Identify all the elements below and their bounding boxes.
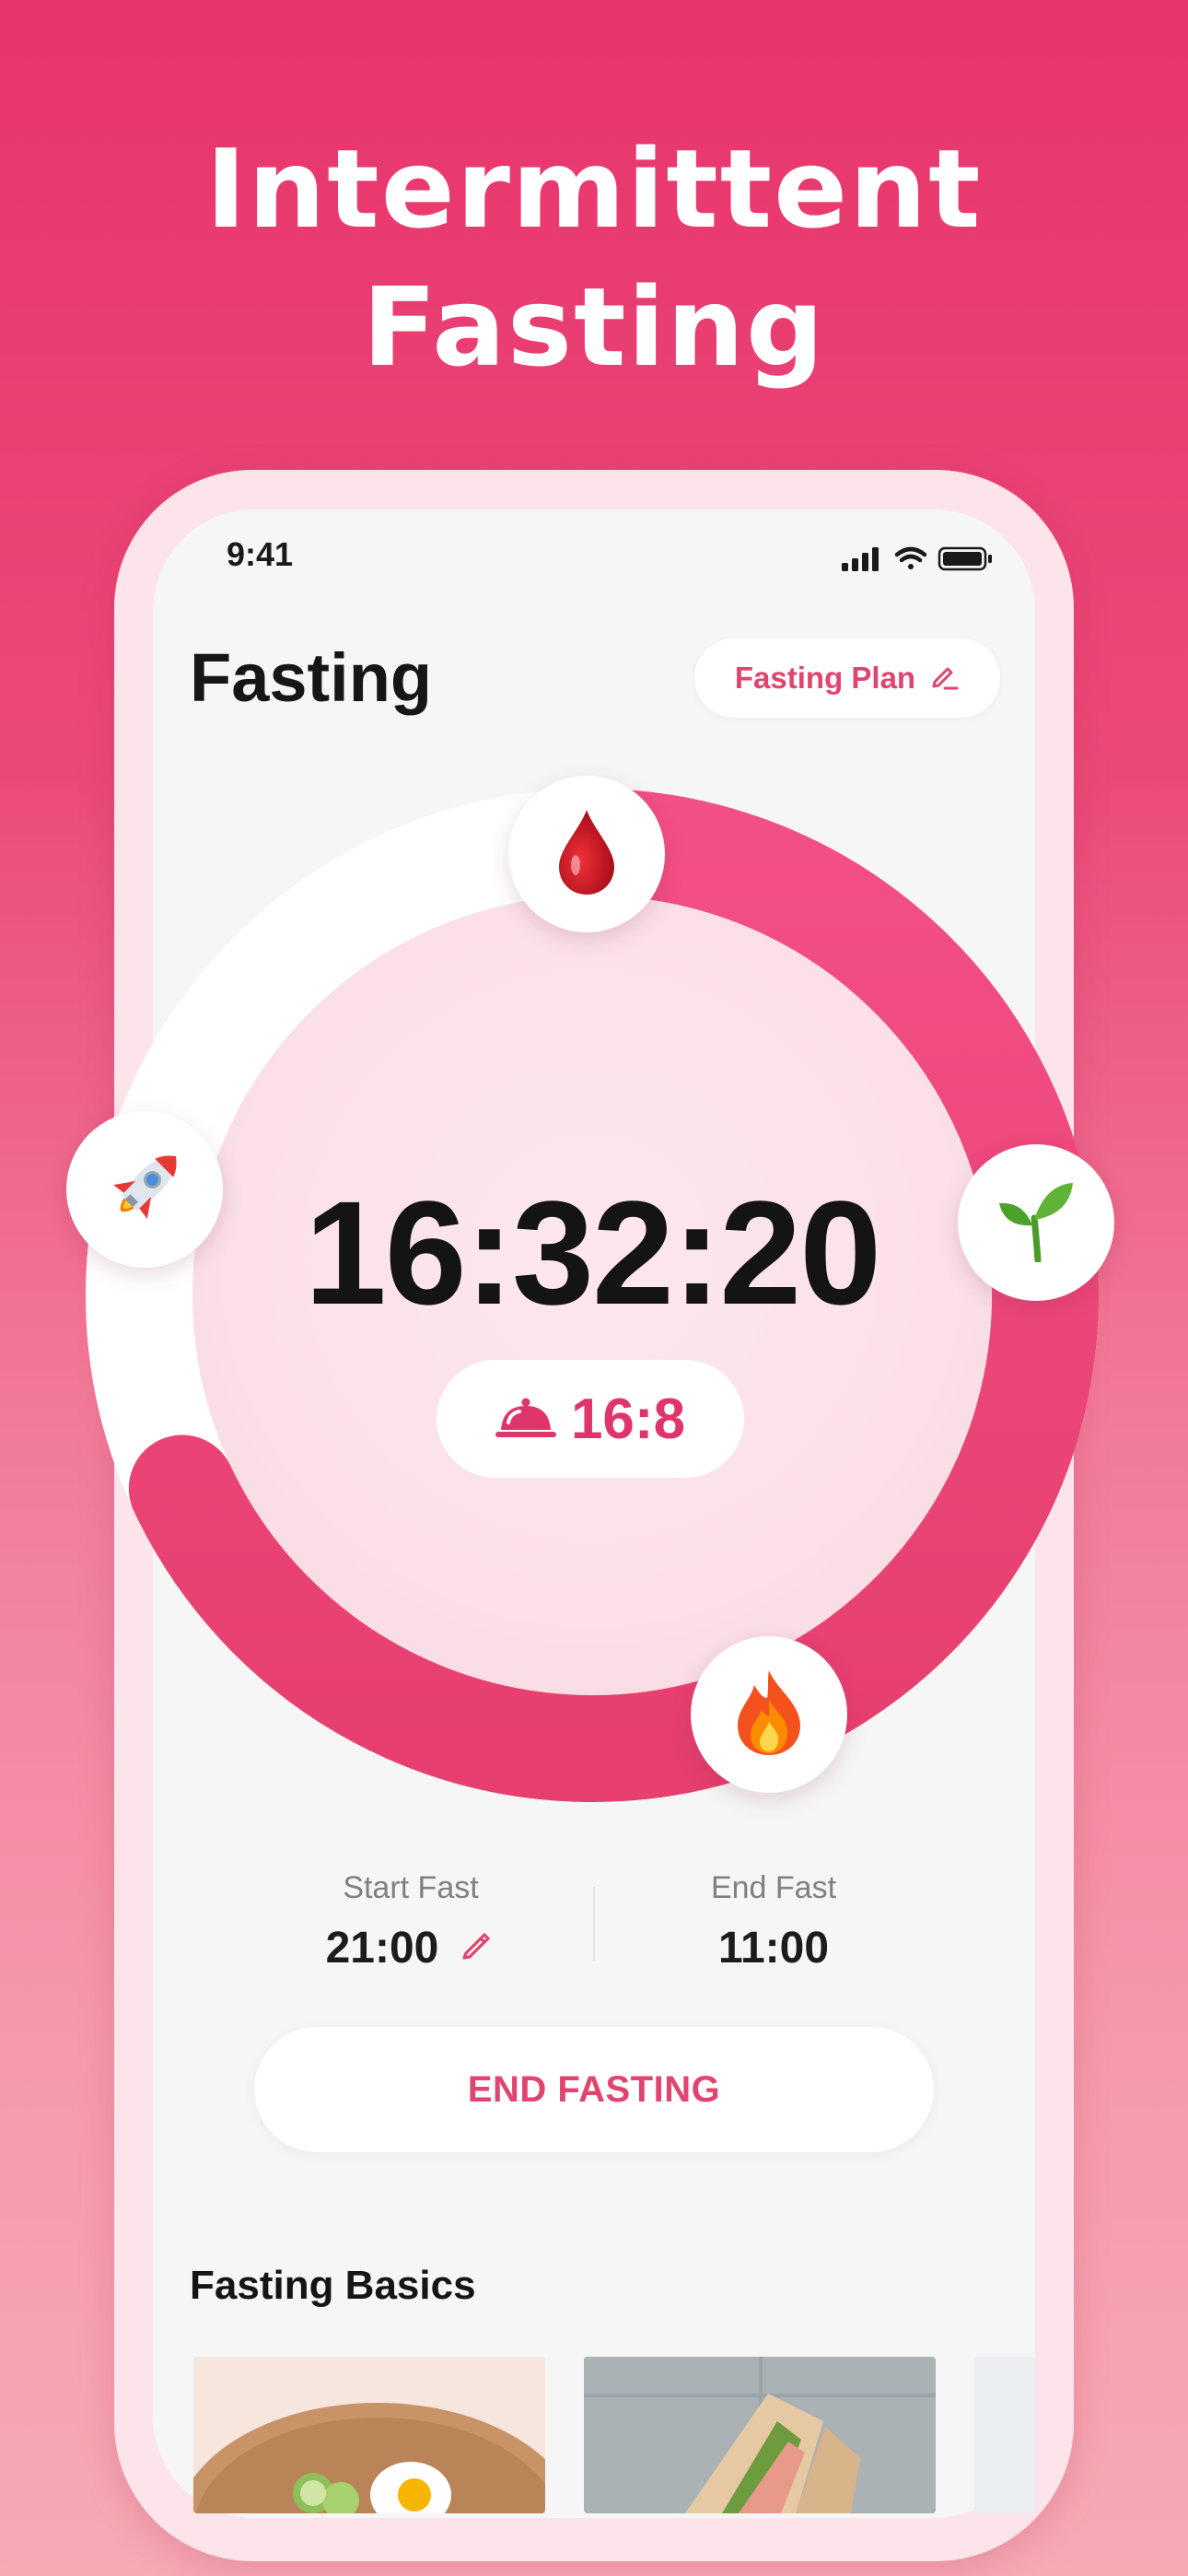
sandwich-image xyxy=(584,2357,936,2513)
status-icons xyxy=(842,544,998,572)
fasting-plan-button[interactable]: Fasting Plan xyxy=(694,638,1000,718)
stage-fat-burning[interactable] xyxy=(958,1144,1114,1301)
end-fasting-label: END FASTING xyxy=(467,2068,721,2110)
plan-ratio-text: 16:8 xyxy=(570,1387,686,1451)
start-fast-value-row: 21:00 xyxy=(273,1923,549,1973)
cellular-signal-icon xyxy=(842,547,879,571)
fasting-basics-title: Fasting Basics xyxy=(190,2263,476,2308)
schedule-divider xyxy=(593,1887,595,1961)
stage-blood-sugar[interactable] xyxy=(508,776,665,932)
edit-pencil-icon xyxy=(928,661,960,696)
end-fast-value: 11:00 xyxy=(717,1924,830,1973)
start-fast-label: Start Fast xyxy=(343,1870,479,1905)
basics-card-breakfast[interactable] xyxy=(193,2357,545,2513)
start-fast[interactable]: Start Fast 21:00 xyxy=(273,1870,549,1973)
headline-line-1: Intermittent xyxy=(205,125,983,252)
stage-autophagy[interactable] xyxy=(66,1111,223,1268)
fire-icon xyxy=(732,1669,806,1761)
battery-icon xyxy=(938,546,992,571)
end-fast-value-row: 11:00 xyxy=(635,1923,912,1973)
breakfast-image xyxy=(193,2357,545,2513)
basics-card-sandwich[interactable] xyxy=(584,2357,936,2513)
end-fast-label: End Fast xyxy=(710,1870,837,1905)
stage-ketosis[interactable] xyxy=(691,1636,847,1793)
basics-card-partial[interactable] xyxy=(974,2357,1035,2513)
edit-start-icon[interactable] xyxy=(459,1923,495,1973)
rocket-icon xyxy=(99,1142,191,1237)
plan-ratio-badge[interactable]: 16:8 xyxy=(437,1360,744,1478)
blood-drop-icon xyxy=(557,808,616,900)
fasting-plan-label: Fasting Plan xyxy=(734,661,916,695)
headline-line-2: Fasting xyxy=(362,263,826,391)
meal-cloche-icon xyxy=(495,1395,556,1443)
status-time: 9:41 xyxy=(227,535,294,573)
screen-title: Fasting xyxy=(190,639,433,716)
end-fasting-button[interactable]: END FASTING xyxy=(254,2027,934,2152)
end-fast: End Fast 11:00 xyxy=(635,1870,912,1973)
wifi-icon xyxy=(894,546,927,569)
elapsed-timer: 16:32:20 xyxy=(304,1170,881,1335)
marketing-headline: Intermittent Fasting xyxy=(0,120,1188,396)
sprout-icon xyxy=(997,1179,1075,1266)
start-fast-value: 21:00 xyxy=(325,1924,439,1973)
